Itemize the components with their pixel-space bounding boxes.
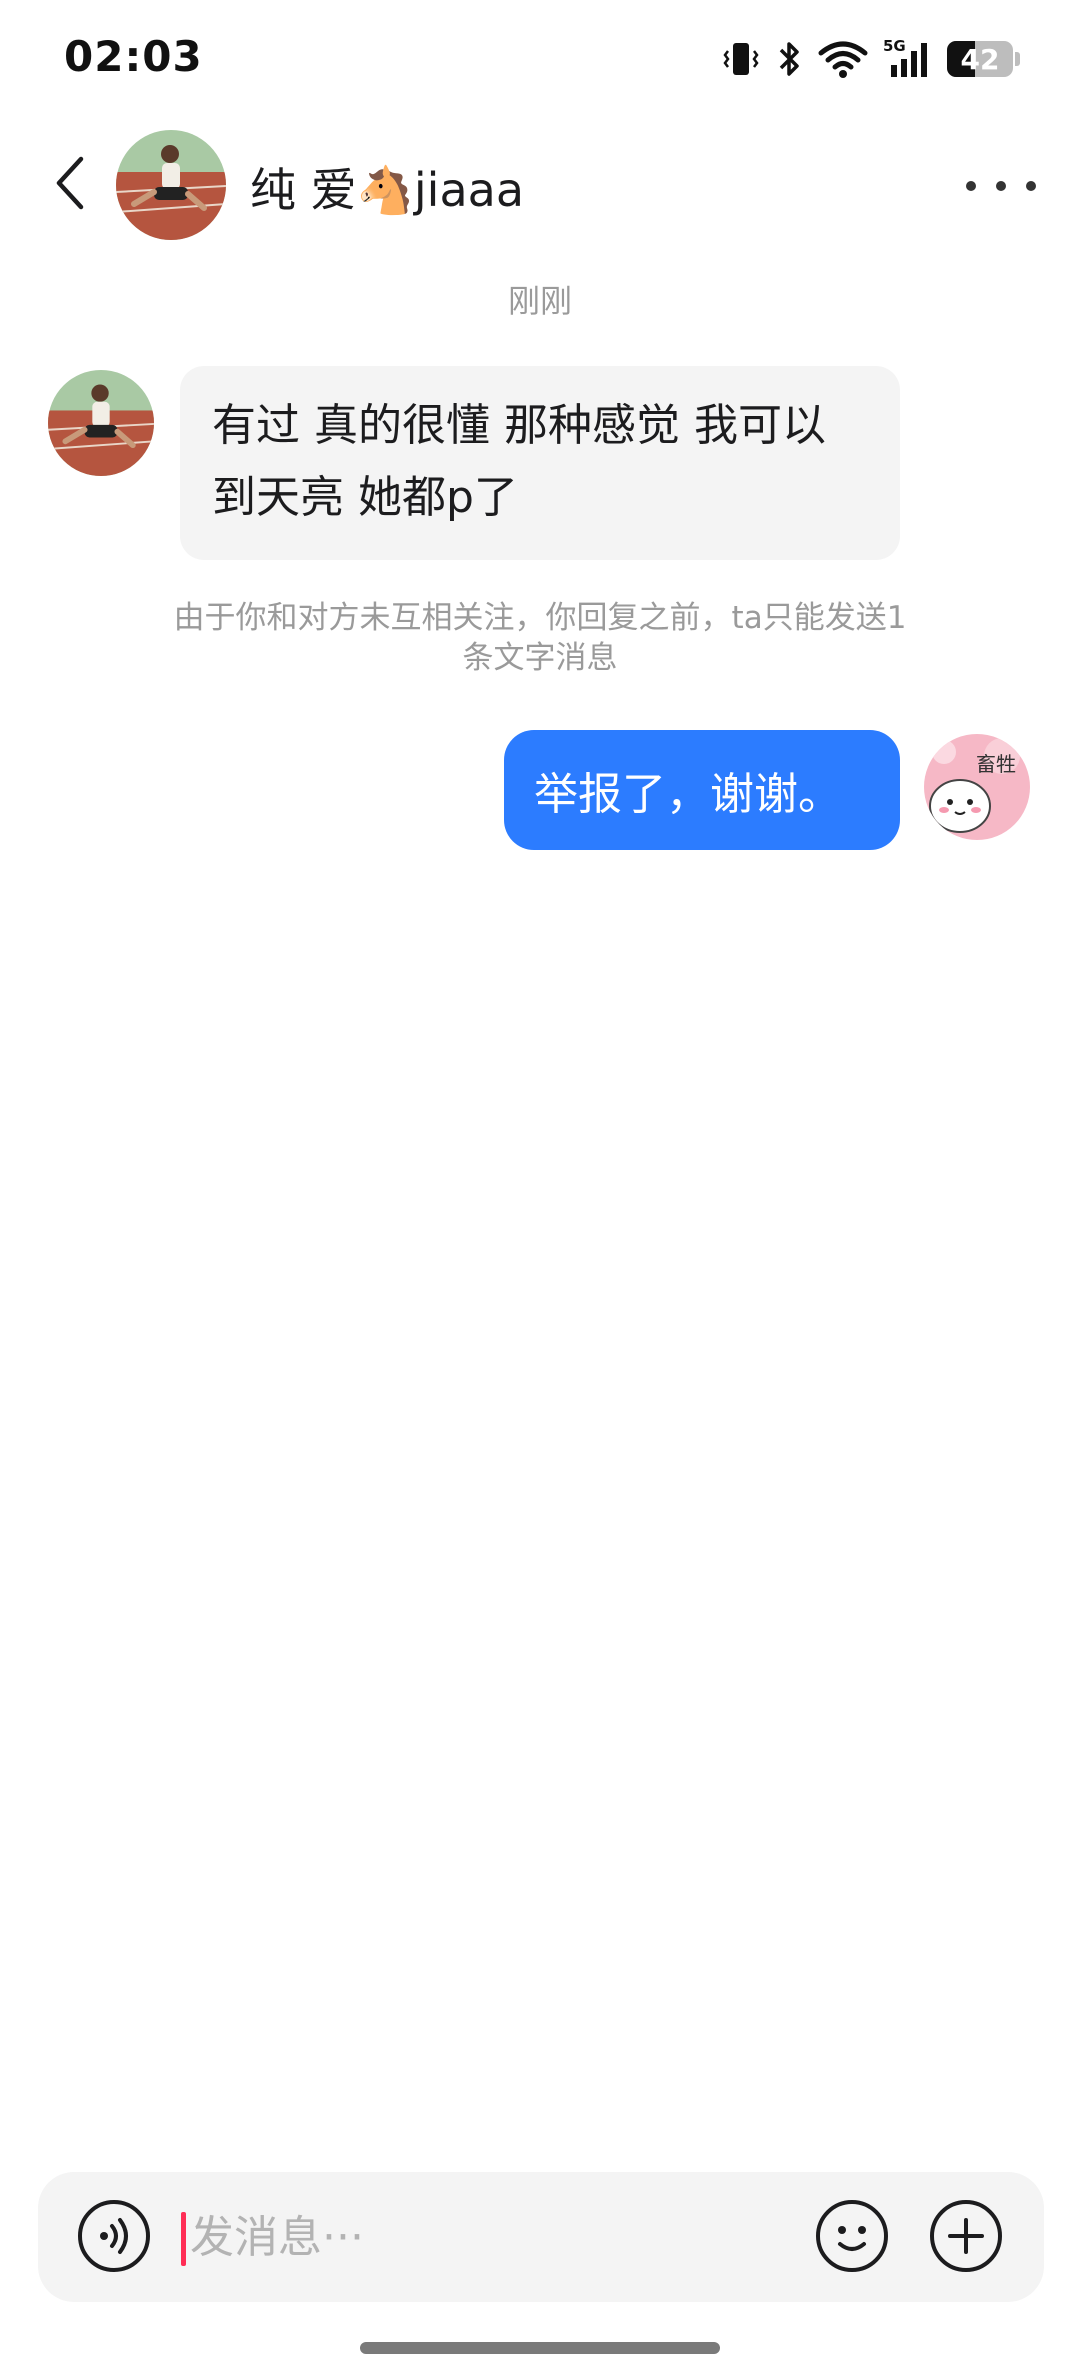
more-dots-icon <box>966 181 976 191</box>
incoming-message-line: 有过 真的很懂 那种感觉 我可以 <box>212 400 826 451</box>
voice-button[interactable] <box>76 2198 152 2274</box>
home-indicator[interactable] <box>360 2342 720 2354</box>
wifi-icon <box>818 41 868 78</box>
message-input-bar <box>38 2172 1044 2302</box>
system-notice-line: 条文字消息 <box>462 640 618 676</box>
contact-name[interactable]: 纯 爱🐴jiaaa <box>250 154 524 220</box>
battery-cap <box>1015 52 1020 66</box>
outgoing-message-text: 举报了，谢谢。 <box>534 769 842 820</box>
status-time: 02:03 <box>64 32 203 81</box>
emoji-button[interactable] <box>814 2198 890 2274</box>
outgoing-message-bubble[interactable]: 举报了，谢谢。 <box>504 730 900 850</box>
incoming-message-bubble[interactable]: 有过 真的很懂 那种感觉 我可以 到天亮 她都p了 <box>180 366 900 560</box>
voice-icon <box>78 2200 150 2272</box>
message-input[interactable] <box>190 2198 750 2276</box>
signal-5g-icon: 5G <box>883 37 933 79</box>
battery-icon: 42 <box>947 41 1013 77</box>
chat-header: 纯 爱🐴jiaaa <box>0 118 1080 254</box>
incoming-message-line: 到天亮 她都p了 <box>212 472 518 523</box>
system-notice-line: 由于你和对方未互相关注，你回复之前，ta只能发送1 <box>173 600 907 636</box>
more-button[interactable] <box>966 166 1036 206</box>
bluetooth-icon <box>779 42 799 76</box>
avatar-sticker-text: 畜牲 <box>976 752 1016 776</box>
incoming-avatar[interactable] <box>48 370 154 476</box>
text-cursor <box>181 2212 186 2266</box>
status-bar: 02:03 5G 42 <box>0 0 1080 118</box>
plus-button[interactable] <box>928 2198 1004 2274</box>
contact-avatar[interactable] <box>116 130 226 240</box>
vibrate-icon <box>723 43 759 75</box>
own-avatar[interactable]: 畜牲 <box>924 734 1030 840</box>
back-button[interactable] <box>40 148 100 218</box>
chevron-left-icon <box>56 156 84 210</box>
message-timestamp: 刚刚 <box>507 282 572 320</box>
plus-icon <box>930 2200 1002 2272</box>
status-icons: 5G 42 <box>721 34 1020 84</box>
emoji-icon <box>816 2200 888 2272</box>
system-notice: 由于你和对方未互相关注，你回复之前，ta只能发送1 条文字消息 <box>110 598 970 678</box>
battery-level: 42 <box>960 42 1000 76</box>
